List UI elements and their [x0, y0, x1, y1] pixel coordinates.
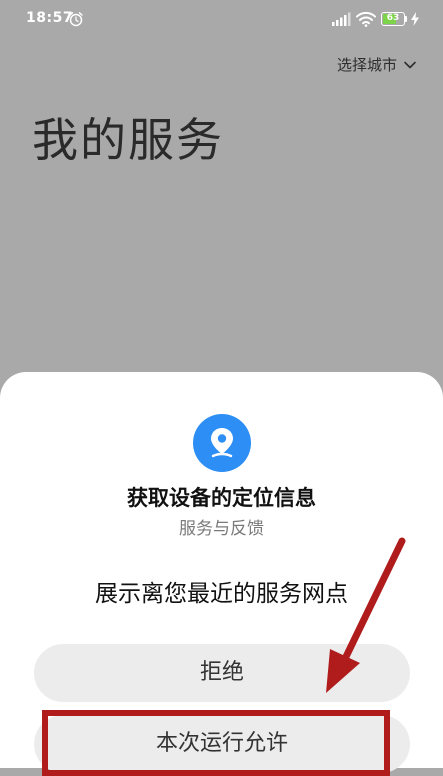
location-badge [193, 414, 251, 472]
battery-icon: 63 [381, 12, 405, 26]
signal-icon [332, 12, 351, 26]
deny-button[interactable]: 拒绝 [34, 644, 410, 702]
status-bar: 18:57 63 [0, 0, 443, 40]
status-time: 18:57 [26, 10, 74, 26]
battery-level: 63 [386, 13, 400, 23]
charging-bolt-icon [411, 12, 419, 26]
city-selector[interactable]: 选择城市 [337, 54, 417, 75]
dialog-title: 获取设备的定位信息 [127, 486, 316, 510]
battery-nub [405, 16, 407, 22]
dialog-subtitle: 服务与反馈 [179, 519, 264, 539]
permission-dialog: 获取设备的定位信息 服务与反馈 展示离您最近的服务网点 拒绝 本次运行允许 [0, 372, 443, 773]
page-title: 我的服务 [32, 113, 224, 167]
dialog-description: 展示离您最近的服务网点 [95, 581, 348, 607]
alarm-icon [69, 12, 83, 27]
chevron-down-icon [404, 61, 416, 68]
location-pin-icon [211, 428, 233, 458]
wifi-icon [356, 11, 376, 27]
allow-once-button[interactable]: 本次运行允许 [34, 715, 410, 773]
city-selector-label: 选择城市 [336, 56, 397, 74]
